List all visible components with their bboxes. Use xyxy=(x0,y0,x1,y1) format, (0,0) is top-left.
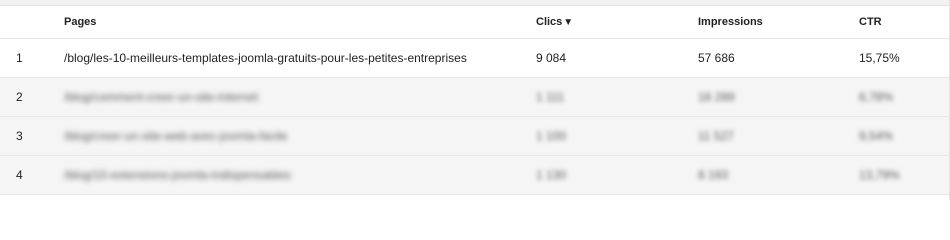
blurred-ctr: 9,54% xyxy=(859,129,894,143)
row-index: 2 xyxy=(0,77,64,117)
impressions-value: 57 686 xyxy=(698,38,859,78)
ctr-value: 13,79% xyxy=(859,155,949,195)
blurred-page-url: /blog/10-extensions-joomla-indispensable… xyxy=(64,168,291,182)
pages-table: Pages Clics▼ Impressions CTR 1 /blog/les… xyxy=(0,5,949,195)
ctr-column-label: CTR xyxy=(859,15,882,28)
page-url-link[interactable]: /blog/10-extensions-joomla-indispensable… xyxy=(64,155,536,195)
clicks-value: 1 100 xyxy=(536,116,698,156)
ctr-value: 6,78% xyxy=(859,77,949,117)
blurred-clicks: 1 100 xyxy=(536,129,567,143)
blurred-impressions: 16 289 xyxy=(698,90,735,104)
clicks-value: 1 111 xyxy=(536,77,698,117)
row-index: 4 xyxy=(0,155,64,195)
pages-column-header[interactable]: Pages xyxy=(64,5,536,39)
blurred-ctr: 13,79% xyxy=(859,168,900,182)
ctr-column-header[interactable]: CTR xyxy=(859,5,949,39)
clicks-value: 1 130 xyxy=(536,155,698,195)
page-url-link[interactable]: /blog/les-10-meilleurs-templates-joomla-… xyxy=(64,38,536,78)
table-row[interactable]: 3 /blog/creer-un-site-web-avec-joomla-fa… xyxy=(0,116,949,156)
blurred-page-url: /blog/comment-creer-un-site-internet xyxy=(64,90,259,104)
row-index: 3 xyxy=(0,116,64,156)
index-column-header xyxy=(0,5,64,39)
blurred-ctr: 6,78% xyxy=(859,90,894,104)
search-analytics-table-panel: Pages Clics▼ Impressions CTR 1 /blog/les… xyxy=(0,0,950,200)
table-row[interactable]: 2 /blog/comment-creer-un-site-internet 1… xyxy=(0,77,949,117)
ctr-value: 9,54% xyxy=(859,116,949,156)
impressions-value: 11 527 xyxy=(698,116,859,156)
blurred-page-url: /blog/creer-un-site-web-avec-joomla-faci… xyxy=(64,129,288,143)
table-row[interactable]: 1 /blog/les-10-meilleurs-templates-jooml… xyxy=(0,38,949,78)
blurred-impressions: 8 193 xyxy=(698,168,729,182)
blurred-clicks: 1 130 xyxy=(536,168,567,182)
table-row[interactable]: 4 /blog/10-extensions-joomla-indispensab… xyxy=(0,155,949,195)
impressions-value: 16 289 xyxy=(698,77,859,117)
page-url-link[interactable]: /blog/comment-creer-un-site-internet xyxy=(64,77,536,117)
row-index: 1 xyxy=(0,38,64,78)
clicks-value: 9 084 xyxy=(536,38,698,78)
blurred-clicks: 1 111 xyxy=(536,90,565,104)
clicks-column-header[interactable]: Clics▼ xyxy=(536,5,698,39)
sort-descending-icon: ▼ xyxy=(563,16,574,28)
table-header-row: Pages Clics▼ Impressions CTR xyxy=(0,5,949,39)
impressions-column-header[interactable]: Impressions xyxy=(698,5,859,39)
clicks-column-label: Clics xyxy=(536,15,563,28)
page-url-link[interactable]: /blog/creer-un-site-web-avec-joomla-faci… xyxy=(64,116,536,156)
blurred-impressions: 11 527 xyxy=(698,129,734,143)
impressions-column-label: Impressions xyxy=(698,15,763,28)
pages-column-label: Pages xyxy=(64,15,97,28)
ctr-value: 15,75% xyxy=(859,38,949,78)
impressions-value: 8 193 xyxy=(698,155,859,195)
